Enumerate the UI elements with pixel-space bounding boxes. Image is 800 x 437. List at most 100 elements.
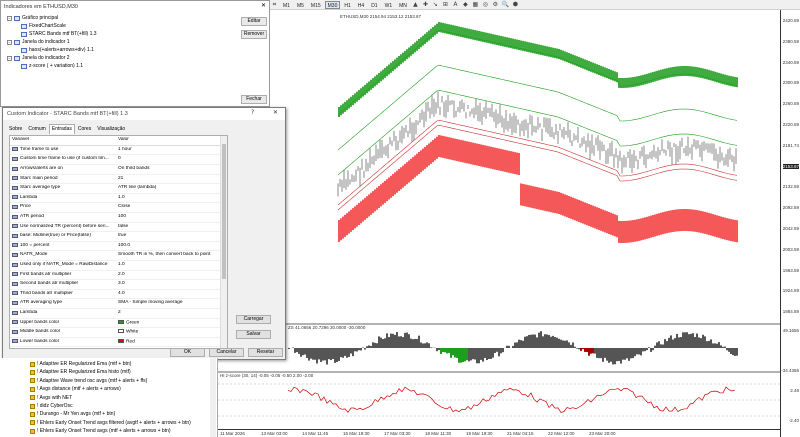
indicator-list-item[interactable]: ! Durango - Mr Yen avgs (mtf + btn) (30, 411, 115, 417)
shape-icon[interactable]: ◆ (461, 1, 470, 9)
cancel-button[interactable]: Cancelar (209, 348, 244, 357)
indicator-list-item[interactable]: ! Adaptive Wave trend osc avgs (mtf + al… (30, 378, 147, 384)
grid-row[interactable]: Arrows/alerts are on On third bands (10, 165, 221, 175)
grid-row[interactable]: Price Close (10, 203, 221, 213)
tree-window-item[interactable]: − Janela do indicador 2 (7, 55, 70, 61)
list-scrollbar[interactable] (210, 358, 216, 437)
tree-indicator-item[interactable]: STARC Bands mtf BT(+fill) 1.3 (21, 31, 97, 37)
row-value[interactable]: Green (118, 319, 220, 325)
price-scale[interactable]: 2420.59 2380.59 2340.59 2300.59 2260.59 2220.… (780, 10, 800, 437)
row-value[interactable]: true (118, 233, 220, 238)
row-value[interactable]: 0 (118, 156, 220, 161)
row-value[interactable]: 1.0 (118, 195, 220, 200)
market-icon[interactable]: ⬢ (511, 1, 520, 9)
zoom-icon[interactable]: 🔍 (501, 1, 510, 9)
reset-button[interactable]: Resetar (248, 348, 283, 357)
grid-row[interactable]: First bands atr multiplier 2.0 (10, 271, 221, 281)
row-value[interactable]: SMA - Simple moving average (118, 300, 220, 305)
row-value[interactable]: 2.0 (118, 272, 220, 277)
channel-icon[interactable]: ⊞ (441, 1, 450, 9)
grid-row[interactable]: Third bands atr multiplier 4.0 (10, 290, 221, 300)
grid-row[interactable]: Lambda 2 (10, 309, 221, 319)
grid-row[interactable]: Starc average type ATR line (lambda) (10, 184, 221, 194)
tab-comum[interactable]: Comum (25, 124, 49, 134)
remove-button[interactable]: Remover (241, 30, 267, 39)
grid-row[interactable]: NATR_Mode Smooth TR in %, then convert ba… (10, 251, 221, 261)
load-button[interactable]: Carregar (236, 315, 271, 324)
edit-button[interactable]: Editar (241, 17, 267, 26)
tab-cores[interactable]: Cores (75, 124, 94, 134)
grid-row[interactable]: Second bands atr multiplier 3.0 (10, 280, 221, 290)
collapse-icon[interactable]: − (7, 39, 12, 45)
row-value[interactable]: ATR line (lambda) (118, 185, 220, 190)
price-chart[interactable]: ETHUSD,M30 2154.94 2153.12 2153.67 ZS 41.… (218, 10, 800, 437)
timeframe-m5[interactable]: M5 (294, 1, 307, 9)
timeframe-h1[interactable]: H1 (341, 1, 353, 9)
grid-row[interactable]: Use normalized TR (percent) before sen..… (10, 223, 221, 233)
row-value[interactable]: 1 hour (118, 147, 220, 152)
row-value[interactable]: Smooth TR in %, then convert back to poi… (118, 252, 220, 257)
row-value[interactable]: false (118, 224, 220, 229)
chart-canvas[interactable]: ETHUSD,M30 2154.94 2153.12 2153.67 ZS 41.… (218, 10, 780, 429)
indicator-list-item[interactable]: ! Avgs distance (mtf + alerts + arrows) (30, 386, 121, 392)
column-header-variable[interactable]: Variável (12, 137, 112, 142)
line-icon[interactable]: ↘ (431, 1, 440, 9)
grid-row[interactable]: Middle bands color White (10, 328, 221, 338)
tab-visualização[interactable]: Visualização (94, 124, 128, 134)
color-swatch[interactable] (118, 338, 124, 343)
tree-indicator-item[interactable]: haos(+alerts+arrows+div) 1.1 (21, 47, 94, 53)
grid-scrollbar[interactable] (220, 136, 227, 348)
column-header-value[interactable]: Valor (118, 137, 220, 142)
color-swatch[interactable] (118, 329, 124, 334)
row-value[interactable]: 4.0 (118, 291, 220, 296)
tab-sobre[interactable]: Sobre (6, 124, 25, 134)
timeframe-h4[interactable]: H4 (355, 1, 367, 9)
row-value[interactable]: 1.0 (118, 262, 220, 267)
tree-window-item[interactable]: − Janela do indicador 1 (7, 39, 70, 45)
indicator-list-item[interactable]: ! Adaptive ER Regularized Ema histo (mtf… (30, 369, 131, 375)
grid-row[interactable]: Starc main period 21 (10, 175, 221, 185)
collapse-icon[interactable]: − (7, 55, 12, 61)
grid-row[interactable]: Custom time frame to use (if custom tim.… (10, 155, 221, 165)
grid-row[interactable]: ATR period 100 (10, 213, 221, 223)
period-icon[interactable]: ▦ (471, 1, 480, 9)
text-icon[interactable]: A (451, 1, 460, 9)
tab-entradas[interactable]: Entradas (48, 124, 75, 134)
timeframe-m30[interactable]: M30 (324, 0, 341, 9)
grid-row[interactable]: Time frame to use 1 hour (10, 146, 221, 156)
grid-row[interactable]: Lower bands color Red (10, 338, 221, 348)
close-button[interactable]: Fechar (241, 95, 267, 104)
close-icon[interactable]: ✕ (261, 2, 266, 9)
grid-row[interactable]: Upper bands color Green (10, 319, 221, 329)
grid-row[interactable]: 100 = percent 100.0 (10, 242, 221, 252)
row-value[interactable]: White (118, 329, 220, 334)
grid-icon[interactable]: ⌗ (270, 1, 279, 9)
grid-row[interactable]: base: Midline(true) or Price(false) true (10, 232, 221, 242)
grid-row[interactable]: Lambda 1.0 (10, 194, 221, 204)
crosshair-icon[interactable]: ✚ (421, 1, 430, 9)
save-button[interactable]: Salvar (236, 330, 271, 339)
template-icon[interactable]: ◎ (481, 1, 490, 9)
collapse-icon[interactable]: − (7, 15, 12, 21)
timeframe-mn[interactable]: MN (396, 1, 410, 9)
tree-indicator-item[interactable]: z-score ( + variation) 1.1 (21, 63, 83, 69)
help-icon[interactable]: ? (251, 109, 254, 116)
settings-icon[interactable]: ⚙ (491, 1, 500, 9)
timeframe-w1[interactable]: W1 (382, 1, 396, 9)
tree-indicator-item[interactable]: FixedChartScale (21, 23, 66, 29)
timeframe-m15[interactable]: M15 (308, 1, 324, 9)
tree-window-item[interactable]: − Gráfico principal (7, 15, 58, 21)
row-value[interactable]: 100 (118, 214, 220, 219)
indicator-list-item[interactable]: ! Avgs with NET (30, 395, 72, 401)
ok-button[interactable]: OK (170, 348, 205, 357)
grid-row[interactable]: Used only if NATR_Mode = RawDistance 1.0 (10, 261, 221, 271)
row-value[interactable]: On third bands (118, 166, 220, 171)
scrollbar-thumb[interactable] (222, 144, 226, 279)
row-value[interactable]: 3.0 (118, 281, 220, 286)
grid-row[interactable]: ATR averaging type SMA - Simple moving av… (10, 299, 221, 309)
row-value[interactable]: Red (118, 338, 220, 344)
timeframe-m1[interactable]: M1 (280, 1, 293, 9)
indicator-list-item[interactable]: ! Ehlers Early Onset Trend avgs (mtf + a… (30, 428, 171, 434)
row-value[interactable]: 21 (118, 176, 220, 181)
arrow-icon[interactable]: ▲ (411, 1, 420, 9)
